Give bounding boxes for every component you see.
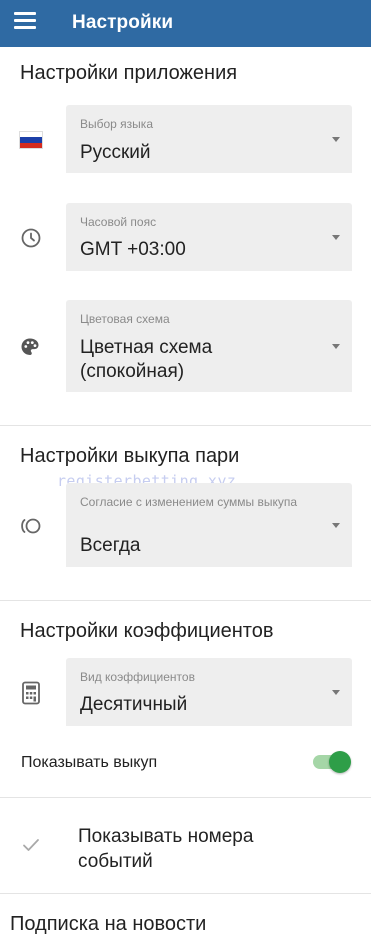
timezone-select[interactable]: Часовой пояс GMT +03:00 <box>66 203 352 271</box>
show-event-numbers-label[interactable]: Показывать номера событий <box>78 824 308 874</box>
cashout-icon <box>21 518 41 534</box>
color-scheme-select-value: Цветная схема (спокойная) <box>80 337 213 382</box>
app-bar: Настройки <box>0 0 371 47</box>
show-cashout-toggle[interactable] <box>313 751 351 773</box>
odds-type-select[interactable]: Вид коэффициентов Десятичный <box>66 658 352 726</box>
section-divider <box>0 600 371 601</box>
section-divider <box>0 797 371 798</box>
cashout-agreement-select-value: Всегда <box>80 535 141 556</box>
chevron-down-icon <box>332 344 340 349</box>
checkmark-icon[interactable] <box>22 838 40 852</box>
timezone-select-label: Часовой пояс <box>80 215 157 229</box>
cashout-agreement-select-label: Согласие с изменением суммы выкупа <box>80 495 298 509</box>
section-title-odds-settings: Настройки коэффициентов <box>20 620 274 642</box>
language-select[interactable]: Выбор языка Русский <box>66 105 352 173</box>
cashout-agreement-select[interactable]: Согласие с изменением суммы выкупа Всегд… <box>66 483 352 567</box>
color-scheme-select-label: Цветовая схема <box>80 312 170 326</box>
section-divider <box>0 893 371 894</box>
palette-icon <box>21 338 39 355</box>
odds-type-select-value: Десятичный <box>80 694 188 715</box>
show-cashout-label: Показывать выкуп <box>21 754 158 771</box>
russia-flag-icon <box>19 131 43 149</box>
section-title-newsletter: Подписка на новости <box>10 913 207 935</box>
chevron-down-icon <box>332 690 340 695</box>
chevron-down-icon <box>332 523 340 528</box>
clock-icon <box>21 228 41 248</box>
section-divider <box>0 425 371 426</box>
section-title-cashout-settings: Настройки выкупа пари <box>20 445 240 467</box>
chevron-down-icon <box>332 235 340 240</box>
color-scheme-select[interactable]: Цветовая схема Цветная схема (спокойная) <box>66 300 352 392</box>
odds-type-select-label: Вид коэффициентов <box>80 670 195 684</box>
timezone-select-value: GMT +03:00 <box>80 239 186 260</box>
calculator-icon <box>22 681 40 705</box>
chevron-down-icon <box>332 137 340 142</box>
language-select-label: Выбор языка <box>80 117 153 131</box>
hamburger-menu-icon[interactable] <box>14 12 36 34</box>
language-select-value: Русский <box>80 142 151 163</box>
section-title-app-settings: Настройки приложения <box>20 62 238 84</box>
page-title: Настройки <box>72 12 174 33</box>
